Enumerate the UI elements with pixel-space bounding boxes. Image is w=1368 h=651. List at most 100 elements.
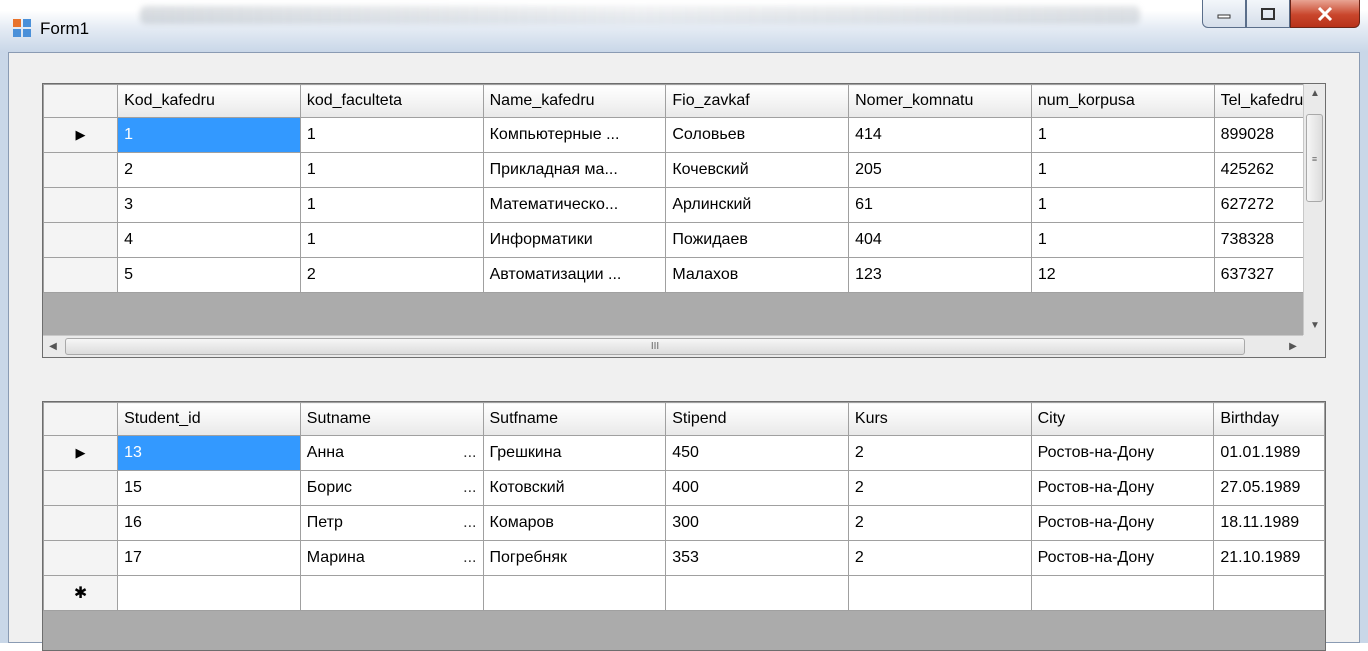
table-cell[interactable]: 2 [299,257,484,293]
column-header-fio-zavkaf[interactable]: Fio_zavkaf [665,84,850,118]
row-header[interactable]: ✱ [43,575,119,611]
table-cell[interactable]: Кочевский [665,152,850,188]
table-row[interactable]: 4 1 Информатики Пожидаев 404 1 738328 [43,222,1306,258]
table-cell[interactable]: 2 [847,540,1032,576]
ellipsis-button[interactable]: ... [463,514,482,532]
table-cell[interactable]: 13 [117,435,301,471]
column-header-student-id[interactable]: Student_id [117,402,301,436]
table-cell[interactable]: Грешкина [482,435,667,471]
table-row[interactable]: ▶ 13 Анна... Грешкина 450 2 Ростов-на-До… [43,435,1325,471]
table-cell[interactable] [665,575,849,611]
maximize-button[interactable] [1246,0,1290,28]
horizontal-scrollbar[interactable]: ◀ III ▶ [43,335,1325,357]
horizontal-scroll-thumb[interactable]: III [65,338,1245,355]
table-cell[interactable]: 1 [1030,117,1215,153]
table-cell[interactable]: 1 [1030,187,1215,223]
table-cell[interactable]: 627272 [1213,187,1306,223]
column-header-kod-faculteta[interactable]: kod_faculteta [299,84,484,118]
ellipsis-button[interactable]: ... [463,444,482,462]
table-cell[interactable]: 637327 [1213,257,1306,293]
table-cell[interactable]: 01.01.1989 [1213,435,1325,471]
vertical-scroll-thumb[interactable]: ≡ [1306,114,1323,202]
table-cell[interactable]: Автоматизации ... [482,257,667,293]
table-cell[interactable]: 1 [299,117,484,153]
table-row[interactable]: 3 1 Математическо... Арлинский 61 1 6272… [43,187,1306,223]
table-cell[interactable]: 21.10.1989 [1213,540,1325,576]
column-header-city[interactable]: City [1030,402,1215,436]
row-header[interactable]: ▶ [43,435,119,471]
column-header-birthday[interactable]: Birthday [1213,402,1325,436]
table-row[interactable]: 15 Борис... Котовский 400 2 Ростов-на-До… [43,470,1325,506]
table-cell[interactable]: 2 [117,152,301,188]
table-cell[interactable] [847,575,1032,611]
table-cell[interactable]: Арлинский [665,187,850,223]
table-cell[interactable]: Ростов-на-Дону [1030,470,1215,506]
table-cell[interactable]: Комаров [482,505,667,541]
row-header[interactable] [43,505,119,541]
table-cell[interactable]: 425262 [1213,152,1306,188]
scroll-down-icon[interactable]: ▼ [1307,318,1323,334]
table-cell[interactable]: 15 [117,470,301,506]
column-header-num-korpusa[interactable]: num_korpusa [1030,84,1215,118]
table-cell[interactable]: Ростов-на-Дону [1030,505,1215,541]
column-header-sutname[interactable]: Sutname [299,402,484,436]
table-cell[interactable]: 414 [848,117,1032,153]
scroll-right-icon[interactable]: ▶ [1285,339,1301,355]
students-grid[interactable]: Student_id Sutname Sutfname Stipend Kurs… [42,401,1326,651]
table-cell[interactable]: 2 [847,505,1032,541]
row-header-corner[interactable] [43,84,119,118]
column-header-nomer-komnatu[interactable]: Nomer_komnatu [848,84,1032,118]
table-cell[interactable]: 4 [117,222,301,258]
table-cell[interactable]: 3 [117,187,301,223]
table-cell[interactable]: 400 [665,470,849,506]
table-cell[interactable]: Котовский [482,470,667,506]
table-cell[interactable]: 1 [299,187,484,223]
close-button[interactable] [1290,0,1360,28]
window-frame-right[interactable] [1360,52,1368,643]
table-cell[interactable]: Пожидаев [665,222,850,258]
table-cell[interactable]: 61 [848,187,1032,223]
column-header-kod-kafedru[interactable]: Kod_kafedru [117,84,301,118]
table-cell[interactable]: Анна... [299,435,484,471]
table-cell[interactable]: Погребняк [482,540,667,576]
table-cell[interactable]: 27.05.1989 [1213,470,1325,506]
vertical-scrollbar[interactable]: ▲ ≡ ▼ [1303,84,1325,336]
column-header-sutfname[interactable]: Sutfname [482,402,667,436]
column-header-kurs[interactable]: Kurs [847,402,1032,436]
table-cell[interactable] [482,575,667,611]
row-header[interactable] [43,187,119,223]
table-cell[interactable]: 404 [848,222,1032,258]
table-cell[interactable]: 1 [1030,222,1215,258]
table-cell[interactable]: 1 [117,117,301,153]
row-header[interactable]: ▶ [43,117,119,153]
new-row[interactable]: ✱ [43,575,1325,611]
table-cell[interactable]: Малахов [665,257,850,293]
table-cell[interactable] [1213,575,1325,611]
table-cell[interactable]: 12 [1030,257,1215,293]
table-cell[interactable]: 353 [665,540,849,576]
table-cell[interactable]: Компьютерные ... [482,117,667,153]
kafedra-grid[interactable]: Kod_kafedru kod_faculteta Name_kafedru F… [42,83,1326,358]
table-cell[interactable]: 450 [665,435,849,471]
table-row[interactable]: 5 2 Автоматизации ... Малахов 123 12 637… [43,257,1306,293]
table-cell[interactable]: Соловьев [665,117,850,153]
table-cell[interactable]: 1 [299,222,484,258]
table-cell[interactable] [299,575,484,611]
table-cell[interactable]: 300 [665,505,849,541]
table-cell[interactable]: Марина... [299,540,484,576]
row-header-corner[interactable] [43,402,119,436]
table-cell[interactable]: Математическо... [482,187,667,223]
table-cell[interactable]: 5 [117,257,301,293]
row-header[interactable] [43,470,119,506]
table-cell[interactable]: 899028 [1213,117,1306,153]
table-cell[interactable]: Прикладная ма... [482,152,667,188]
table-row[interactable]: 16 Петр... Комаров 300 2 Ростов-на-Дону … [43,505,1325,541]
table-cell[interactable]: 123 [848,257,1032,293]
table-cell[interactable]: 16 [117,505,301,541]
table-cell[interactable]: 738328 [1213,222,1306,258]
table-cell[interactable] [117,575,301,611]
column-header-name-kafedru[interactable]: Name_kafedru [482,84,667,118]
minimize-button[interactable] [1202,0,1246,28]
row-header[interactable] [43,152,119,188]
table-cell[interactable]: Ростов-на-Дону [1030,540,1215,576]
